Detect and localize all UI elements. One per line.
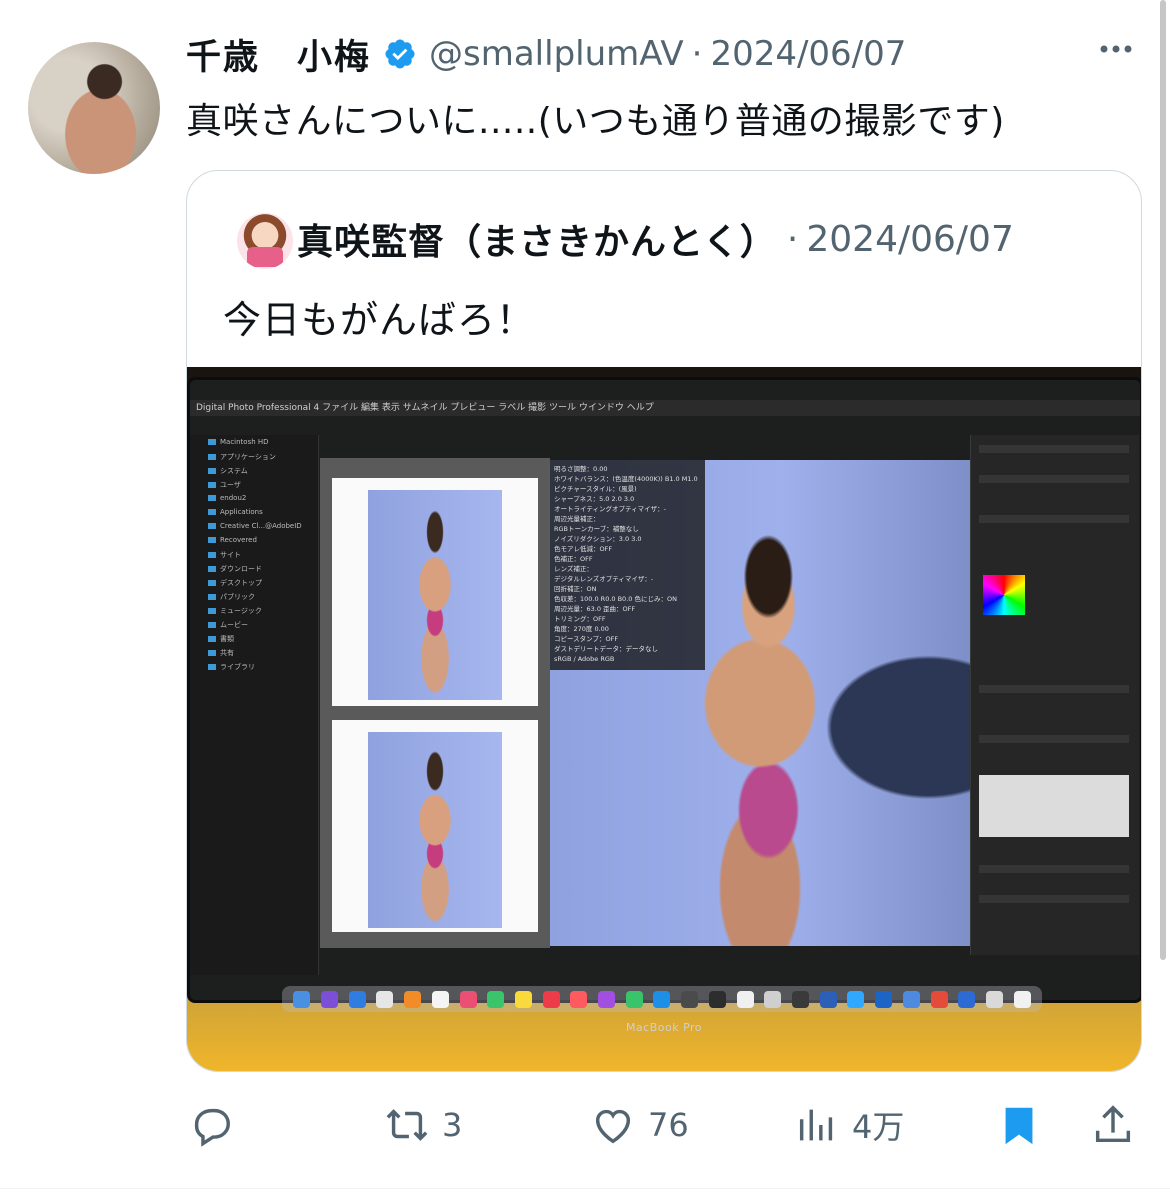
laptop-screen: Digital Photo Professional 4 ファイル 編集 表示 … [187,377,1141,1012]
quoted-post-header: 真咲監督（まさきかんとく） · 2024/06/07 [297,209,1014,269]
like-button[interactable]: 76 [590,1100,689,1150]
folder-item: ライブラリ [208,662,318,673]
info-line: 明るさ調整：0.00 [554,465,608,473]
image-info-panel: 明るさ調整：0.00 ホワイトバランス：(色温度(4000K)) B1.0 M1.… [550,460,705,670]
folder-item: Applications [208,508,318,519]
folder-item: ミュージック [208,606,318,617]
reply-icon [194,1108,230,1147]
info-line: ノイズリダクション：3.0 3.0 [554,535,642,543]
folder-item: 共有 [208,648,318,659]
page-scrollbar[interactable] [1160,0,1166,960]
verified-badge-icon [385,39,415,69]
separator-dot: · [691,34,703,74]
folder-item: ムービー [208,620,318,631]
quoted-post-text: 今日もがんばろ！ [223,298,536,342]
retweet-icon [386,1109,428,1141]
like-count: 76 [648,1106,689,1144]
thumbnail [332,478,538,706]
share-button[interactable] [1090,1100,1136,1150]
info-line: オートライティングオプティマイザ：- [554,505,666,513]
attached-photo[interactable]: Digital Photo Professional 4 ファイル 編集 表示 … [187,367,1141,1071]
tone-curve [979,775,1129,837]
mac-dock [282,986,1042,1012]
color-wheel [983,575,1025,615]
views-bar-chart-icon [799,1109,833,1141]
folder-sidebar: Macintosh HD アプリケーション システムユーザ endou2 Applica… [190,435,319,975]
bookmark-filled-icon [1005,1107,1033,1145]
folder-item: Creative Cl...@AdobeID [208,522,318,533]
post-actions: 3 76 4万 [0,1100,1170,1150]
quoted-author-name[interactable]: 真咲監督（まさきかんとく） [297,213,777,265]
tool-palette [970,435,1139,955]
separator-dot: · [786,218,799,260]
folder-item: Macintosh HD [208,438,318,449]
info-line: ダストデリートデータ：データなし [554,645,658,653]
retweet-count: 3 [442,1106,463,1144]
thumbnail [332,720,538,932]
folder-item: ダウンロード [208,564,318,575]
post-text: 真咲さんについに.....(いつも通り普通の撮影です) [186,101,1005,142]
info-line: RGBトーンカーブ：補整なし [554,525,639,533]
view-count: 4万 [852,1108,905,1146]
info-line: ピクチャースタイル：(風景) [554,485,637,493]
info-line: シャープネス：5.0 2.0 3.0 [554,495,635,503]
quoted-post-date[interactable]: 2024/06/07 [806,219,1014,260]
folder-item: アプリケーション [208,452,318,463]
app-menu-bar: Digital Photo Professional 4 ファイル 編集 表示 … [190,400,1140,416]
laptop-label: MacBook Pro [625,1021,703,1034]
author-avatar[interactable] [28,42,160,174]
quoted-post-card[interactable]: 真咲監督（まさきかんとく） · 2024/06/07 今日もがんばろ！ Digi… [186,170,1142,1072]
folder-item: endou2 [208,494,318,505]
author-handle[interactable]: @smallplumAV [429,34,684,74]
info-line: 角度：270度 0.00 [554,625,609,633]
retweet-button[interactable]: 3 [384,1100,462,1150]
author-name[interactable]: 千歳 小梅 [186,29,371,80]
views-button[interactable]: 4万 [794,1100,904,1150]
info-line: ホワイトバランス：(色温度(4000K)) B1.0 M1.0 [554,475,698,483]
share-icon [1095,1105,1131,1143]
bookmark-button[interactable] [996,1100,1042,1150]
info-line: sRGB / Adobe RGB [554,655,615,663]
info-line: レンズ補正： [554,565,593,573]
reply-button[interactable] [188,1100,234,1150]
quoted-author-avatar[interactable] [237,213,293,269]
info-line: 色収差：100.0 R0.0 B0.0 色にじみ：ON [554,595,677,603]
more-options-icon[interactable] [1096,34,1136,64]
info-line: デジタルレンズオプティマイザ：- [554,575,654,583]
folder-item: デスクトップ [208,578,318,589]
folder-item: サイト [208,550,318,561]
post-date[interactable]: 2024/06/07 [710,34,906,74]
info-line: 周辺光量：63.0 歪曲：OFF [554,605,636,613]
info-line: コピースタンプ：OFF [554,635,619,643]
folder-item: Recovered [208,536,318,547]
info-line: トリミング：OFF [554,615,606,623]
info-line: 色モアレ低減：OFF [554,545,613,553]
heart-icon [595,1109,631,1144]
info-line: 色補正：OFF [554,555,593,563]
folder-item: パブリック [208,592,318,603]
info-line: 回折補正：ON [554,585,597,593]
info-line: 周辺光量補正： [554,515,600,523]
divider [0,1188,1170,1189]
folder-item: ユーザ [208,480,318,491]
thumbnail-column [320,458,550,948]
post-header: 千歳 小梅 @smallplumAV · 2024/06/07 [186,28,906,80]
folder-item: システム [208,466,318,477]
folder-item: 書類 [208,634,318,645]
